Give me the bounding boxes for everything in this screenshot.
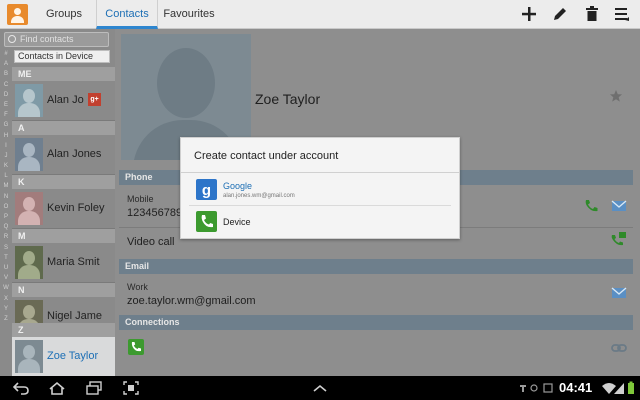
alphabet-index-letter[interactable]: D xyxy=(0,90,12,100)
alphabet-index-letter[interactable]: P xyxy=(0,212,12,222)
alphabet-index-letter[interactable]: K xyxy=(0,161,12,171)
section-header: A xyxy=(12,121,115,135)
alphabet-index-letter[interactable]: L xyxy=(0,171,12,181)
pencil-icon[interactable] xyxy=(551,5,569,23)
star-icon[interactable] xyxy=(609,89,623,103)
tab-favourites[interactable]: Favourites xyxy=(160,0,218,29)
device-phone-icon xyxy=(196,211,217,232)
alphabet-index-letter[interactable]: V xyxy=(0,273,12,283)
alphabet-index-letter[interactable]: I xyxy=(0,141,12,151)
action-bar: Groups Contacts Favourites xyxy=(0,0,640,29)
search-icon xyxy=(8,35,16,43)
alphabet-index-letter[interactable]: W xyxy=(0,283,12,293)
tab-groups[interactable]: Groups xyxy=(36,0,92,29)
section-header: N xyxy=(12,283,115,297)
google-plus-icon: g+ xyxy=(88,93,101,106)
contact-item-maria-smit[interactable]: Maria Smit xyxy=(12,243,115,283)
alphabet-index-letter[interactable]: U xyxy=(0,263,12,273)
link-icon[interactable] xyxy=(611,340,627,356)
system-nav-bar: 04:41 xyxy=(0,376,640,400)
recent-apps-icon[interactable] xyxy=(86,381,102,395)
google-icon: g xyxy=(196,179,217,200)
alphabet-index-letter[interactable]: H xyxy=(0,131,12,141)
message-icon[interactable] xyxy=(611,198,627,214)
alphabet-index-letter[interactable]: G xyxy=(0,120,12,130)
section-header: ME xyxy=(12,67,115,81)
dialog-title: Create contact under account xyxy=(194,150,339,162)
svg-text:g: g xyxy=(202,182,211,199)
avatar xyxy=(15,138,43,171)
alphabet-index-letter[interactable]: E xyxy=(0,100,12,110)
account-option-google[interactable]: g Google alan.jones.wm@gmail.com xyxy=(181,174,459,206)
search-input[interactable]: Find contacts xyxy=(4,32,109,47)
back-icon[interactable] xyxy=(13,381,29,395)
alphabet-index-letter[interactable]: C xyxy=(0,80,12,90)
alphabet-index-letter[interactable]: Q xyxy=(0,222,12,232)
tab-contacts[interactable]: Contacts xyxy=(96,0,158,29)
alphabet-index-letter[interactable]: Y xyxy=(0,304,12,314)
alphabet-index-letter[interactable]: J xyxy=(0,151,12,161)
avatar xyxy=(15,84,43,117)
video-call-label[interactable]: Video call xyxy=(127,236,175,248)
alphabet-index-letter[interactable]: N xyxy=(0,192,12,202)
contact-item-kevin-foley[interactable]: Kevin Foley xyxy=(12,189,115,229)
avatar xyxy=(15,340,43,373)
trash-icon[interactable] xyxy=(583,5,601,23)
account-option-device[interactable]: Device xyxy=(181,206,459,238)
contact-list-pane: Find contacts Contacts in Device # A B C D E F… xyxy=(0,29,115,377)
contact-item-alan-jo[interactable]: Alan Jo g+ xyxy=(12,81,115,121)
menu-icon[interactable] xyxy=(613,5,631,23)
battery-icon xyxy=(628,381,634,394)
email-address[interactable]: zoe.taylor.wm@gmail.com xyxy=(127,295,256,307)
contact-name: Zoe Taylor xyxy=(255,91,321,107)
phone-app-icon[interactable] xyxy=(128,339,144,355)
alphabet-index-letter[interactable]: M xyxy=(0,181,12,191)
status-icons xyxy=(520,383,553,393)
plus-icon[interactable] xyxy=(520,5,538,23)
video-call-icon[interactable] xyxy=(611,231,627,247)
section-header: Z xyxy=(12,323,115,337)
avatar xyxy=(15,246,43,279)
alphabet-index-letter[interactable]: F xyxy=(0,110,12,120)
mobile-number[interactable]: 123456789 xyxy=(127,207,182,219)
alphabet-index-letter[interactable]: R xyxy=(0,232,12,242)
section-header: M xyxy=(12,229,115,243)
alphabet-index-letter[interactable]: X xyxy=(0,294,12,304)
alphabet-index-letter[interactable]: A xyxy=(0,59,12,69)
section-header: K xyxy=(12,175,115,189)
work-label: Work xyxy=(127,282,148,292)
alphabet-index-letter[interactable]: # xyxy=(0,49,12,59)
alphabet-index-letter[interactable]: S xyxy=(0,243,12,253)
alphabet-index-letter[interactable]: T xyxy=(0,253,12,263)
contacts-in-device-filter[interactable]: Contacts in Device xyxy=(14,50,110,63)
alphabet-index-letter[interactable]: B xyxy=(0,69,12,79)
chevron-up-icon[interactable] xyxy=(312,381,328,395)
contact-item-alan-jones[interactable]: Alan Jones xyxy=(12,135,115,175)
email-section-header: Email xyxy=(119,259,633,274)
avatar xyxy=(15,192,43,225)
alphabet-index-letter[interactable]: O xyxy=(0,202,12,212)
home-icon[interactable] xyxy=(49,381,65,395)
create-contact-dialog: Create contact under account g Google al… xyxy=(180,137,460,239)
clock: 04:41 xyxy=(559,380,593,395)
mobile-label: Mobile xyxy=(127,194,154,204)
alphabet-index[interactable]: # A B C D E F G H I J K L M N O P Q R S T U V W X Y Z xyxy=(0,49,12,324)
screenshot-icon[interactable] xyxy=(123,381,139,395)
connections-section-header: Connections xyxy=(119,315,633,330)
alphabet-index-letter[interactable]: Z xyxy=(0,314,12,324)
contacts-app-icon[interactable] xyxy=(7,4,28,25)
email-icon[interactable] xyxy=(611,285,627,301)
contact-item-zoe-taylor[interactable]: Zoe Taylor xyxy=(12,337,115,377)
phone-call-icon[interactable] xyxy=(583,198,599,214)
